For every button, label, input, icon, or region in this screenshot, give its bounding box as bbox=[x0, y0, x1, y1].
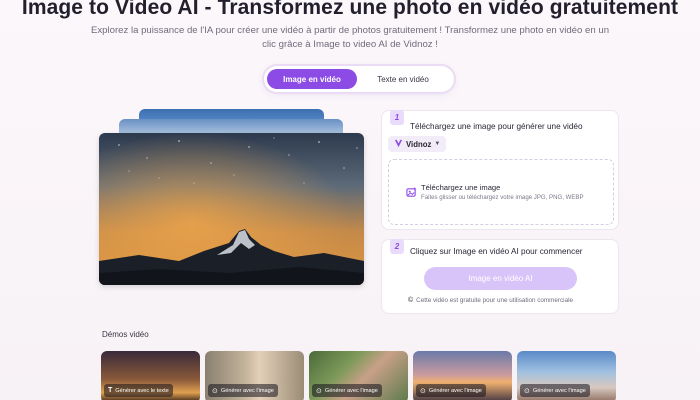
demo-video-thumb[interactable]: ⊙ Générer avec l'image bbox=[309, 351, 408, 400]
demo-video-thumb[interactable]: ⊙ Générer avec l'image bbox=[205, 351, 304, 400]
upload-step-card: 1 Téléchargez une image pour générer une… bbox=[381, 110, 619, 230]
demo-videos-row: T Générer avec le texte ⊙ Générer avec l… bbox=[101, 351, 616, 400]
demo-caption-text: Générer avec l'image bbox=[532, 387, 586, 394]
commercial-use-note: © Cette vidéo est gratuite pour une util… bbox=[408, 297, 573, 304]
step2-instruction: Cliquez sur Image en vidéo AI pour comme… bbox=[410, 247, 583, 256]
upload-title: Téléchargez une image bbox=[421, 183, 501, 192]
upload-hint: Faites glisser ou téléchargez votre imag… bbox=[421, 194, 584, 201]
image-icon: ⊙ bbox=[212, 387, 218, 395]
image-upload-dropzone[interactable]: Téléchargez une image Faites glisser ou … bbox=[388, 159, 614, 225]
demo-caption: ⊙ Générer avec l'image bbox=[312, 384, 382, 397]
page-title: Image to Video AI - Transformez une phot… bbox=[21, 0, 679, 19]
mode-tabs: Image en vidéo Texte en vidéo bbox=[264, 66, 454, 92]
step-number-badge: 1 bbox=[390, 110, 404, 125]
image-icon: ⊙ bbox=[524, 387, 530, 395]
demo-caption-text: Générer avec le texte bbox=[115, 387, 169, 394]
text-icon: T bbox=[108, 387, 113, 394]
demo-caption-text: Générer avec l'image bbox=[220, 387, 274, 394]
step1-instruction: Téléchargez une image pour générer une v… bbox=[410, 122, 583, 131]
image-icon: ⊙ bbox=[316, 387, 322, 395]
demo-caption: ⊙ Générer avec l'image bbox=[208, 384, 278, 397]
mountain-night-sky-image bbox=[99, 133, 364, 285]
demo-caption: T Générer avec le texte bbox=[104, 384, 173, 397]
demo-caption: ⊙ Générer avec l'image bbox=[520, 384, 590, 397]
image-upload-icon bbox=[406, 185, 417, 203]
demo-caption-text: Générer avec l'image bbox=[428, 387, 482, 394]
brand-dropdown[interactable]: Vidnoz ▼ bbox=[388, 136, 447, 152]
demo-video-thumb[interactable]: T Générer avec le texte bbox=[101, 351, 200, 400]
tab-text-to-video[interactable]: Texte en vidéo bbox=[357, 69, 449, 89]
vidnoz-logo-icon bbox=[394, 139, 403, 150]
tab-image-to-video[interactable]: Image en vidéo bbox=[267, 69, 357, 89]
copyright-icon: © bbox=[408, 297, 414, 304]
caret-down-icon: ▼ bbox=[434, 141, 441, 147]
generate-video-button[interactable]: Image en vidéo AI bbox=[424, 267, 577, 290]
demo-video-thumb[interactable]: ⊙ Générer avec l'image bbox=[413, 351, 512, 400]
image-icon: ⊙ bbox=[420, 387, 426, 395]
brand-dropdown-label: Vidnoz bbox=[406, 139, 432, 149]
page-subtitle: Explorez la puissance de l'IA pour créer… bbox=[90, 25, 610, 50]
demo-caption: ⊙ Générer avec l'image bbox=[416, 384, 486, 397]
demos-heading: Démos vidéo bbox=[102, 330, 149, 339]
commercial-use-text: Cette vidéo est gratuite pour une utilis… bbox=[416, 297, 573, 304]
demo-video-thumb[interactable]: ⊙ Générer avec l'image bbox=[517, 351, 616, 400]
generate-step-card: 2 Cliquez sur Image en vidéo AI pour com… bbox=[381, 239, 619, 314]
demo-caption-text: Générer avec l'image bbox=[324, 387, 378, 394]
preview-photo bbox=[99, 133, 364, 285]
step-number-badge: 2 bbox=[390, 239, 404, 254]
